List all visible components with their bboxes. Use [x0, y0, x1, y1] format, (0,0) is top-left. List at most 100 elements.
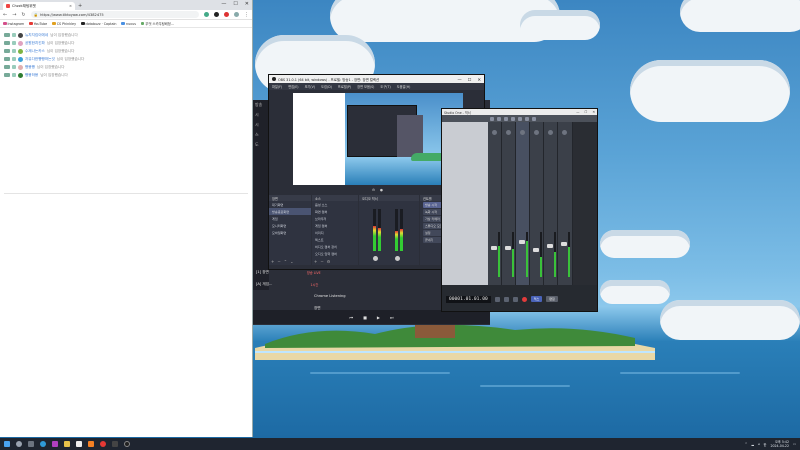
volume-icon[interactable]: ◂: [758, 442, 760, 446]
lock-icon[interactable]: ●: [380, 188, 383, 193]
channel-fader[interactable]: [505, 246, 511, 250]
chat-username[interactable]: 수제나는카스: [25, 49, 45, 54]
chat-username[interactable]: 빵봉하봉: [25, 73, 38, 78]
channel-fader[interactable]: [519, 240, 525, 244]
extension-icon[interactable]: [214, 12, 219, 17]
pan-knob[interactable]: [492, 130, 497, 135]
scene-item[interactable]: 대기화면: [269, 201, 311, 208]
pan-knob[interactable]: [506, 130, 511, 135]
extension-icon[interactable]: [204, 12, 209, 17]
pan-knob[interactable]: [562, 130, 567, 135]
volume-knob[interactable]: [395, 256, 400, 261]
maximize-icon[interactable]: ☐: [468, 77, 472, 82]
windows-start-icon[interactable]: [4, 441, 10, 447]
app-icon[interactable]: [88, 441, 94, 447]
scene-item[interactable]: 모바일화면: [269, 229, 311, 236]
tool-icon[interactable]: [497, 116, 501, 121]
clock[interactable]: 오후 5:42 2024-04-22: [770, 440, 789, 448]
menu-edit[interactable]: 편집(E): [288, 84, 298, 89]
menu-help[interactable]: 도움말(H): [397, 84, 411, 89]
source-item[interactable]: 게임 캡처: [312, 222, 358, 229]
extension-icon[interactable]: [224, 12, 229, 17]
tool-icon[interactable]: [504, 116, 508, 121]
menu-tools[interactable]: 도구(T): [380, 84, 390, 89]
app-icon[interactable]: [112, 441, 118, 447]
chat-username[interactable]: 자유다한빵빵하는것: [25, 57, 55, 62]
obs-row[interactable]: Chrome Listening: [253, 290, 443, 302]
menu-scene-collection[interactable]: 장면 모음(S): [357, 84, 374, 89]
channel-fader[interactable]: [547, 244, 553, 248]
minimize-icon[interactable]: —: [576, 110, 579, 114]
channel-fader[interactable]: [561, 242, 567, 246]
play-icon[interactable]: [512, 296, 518, 302]
menu-icon[interactable]: ⋮: [244, 12, 249, 18]
edge-icon[interactable]: [40, 441, 46, 447]
up-icon[interactable]: ⌃: [284, 259, 287, 264]
browser-tab[interactable]: Chzzk채팅위젯 ×: [3, 2, 75, 10]
source-item[interactable]: 텍스트: [312, 236, 358, 243]
close-tab-icon[interactable]: ×: [69, 4, 72, 8]
maximize-icon[interactable]: ☐: [584, 110, 587, 114]
maximize-icon[interactable]: ☐: [233, 1, 237, 7]
bookmark-item[interactable]: Instagram: [3, 22, 24, 26]
chat-username[interactable]: 공원한치킨파: [25, 41, 45, 46]
ime-indicator[interactable]: 한: [764, 442, 767, 447]
bookmark-item[interactable]: YouTube: [29, 22, 47, 26]
volume-knob[interactable]: [373, 256, 378, 261]
tool-icon[interactable]: [490, 116, 494, 121]
source-item[interactable]: 음성 소스: [312, 201, 358, 208]
play-icon[interactable]: ▶: [377, 315, 380, 320]
search-icon[interactable]: [16, 441, 22, 447]
close-icon[interactable]: ✕: [477, 77, 481, 82]
rewind-icon[interactable]: [494, 296, 500, 302]
back-icon[interactable]: ←: [3, 12, 7, 18]
scene-item[interactable]: 모니터화면: [269, 222, 311, 229]
chat-username[interactable]: 뉴치지킴이에네: [25, 33, 48, 38]
chrome-icon[interactable]: [100, 441, 106, 447]
obs-title-bar[interactable]: OBS 31.0.1 (64 bit, windows) - 프로필: 방송1 …: [269, 75, 484, 83]
down-icon[interactable]: ⌄: [290, 259, 293, 264]
source-item[interactable]: 화면 캡처: [312, 208, 358, 215]
scene-item[interactable]: 방송종료화면: [269, 208, 311, 215]
source-item[interactable]: 비디오 캡처 장치: [312, 243, 358, 250]
menu-profile[interactable]: 프로필(P): [338, 84, 351, 89]
gear-icon[interactable]: ⚙: [327, 259, 331, 264]
profile-avatar[interactable]: [234, 12, 239, 17]
remove-icon[interactable]: −: [320, 259, 323, 264]
stop-icon[interactable]: ■: [363, 315, 367, 320]
obs-preview[interactable]: [293, 93, 463, 185]
minimize-icon[interactable]: —: [221, 1, 226, 7]
chat-username[interactable]: 빵봉빵: [25, 65, 35, 70]
remove-icon[interactable]: −: [277, 259, 280, 264]
forward-icon[interactable]: →: [12, 12, 16, 18]
gear-icon[interactable]: ⚙: [372, 188, 375, 193]
task-view-icon[interactable]: [28, 441, 34, 447]
menu-file[interactable]: 파일(F): [272, 84, 282, 89]
address-bar[interactable]: 🔒 https://www.tiktoyaw.com/4382475: [30, 11, 199, 18]
bookmark-item[interactable]: 무엇 스카우팅배정...: [140, 21, 174, 26]
record-icon[interactable]: [521, 296, 527, 302]
pan-knob[interactable]: [520, 130, 525, 135]
close-icon[interactable]: ✕: [245, 1, 249, 7]
scene-item[interactable]: 게임: [269, 215, 311, 222]
menu-view[interactable]: 보기(V): [305, 84, 316, 89]
reload-icon[interactable]: ↻: [21, 12, 25, 18]
menu-docks[interactable]: 도킹(D): [321, 84, 332, 89]
tool-icon[interactable]: [511, 116, 515, 121]
notification-icon[interactable]: ▭: [793, 442, 796, 446]
stop-icon[interactable]: [503, 296, 509, 302]
tool-icon[interactable]: [532, 116, 536, 121]
new-tab-button[interactable]: +: [78, 3, 82, 9]
obs-row[interactable]: [A] 게임... 1시간: [253, 278, 443, 290]
network-icon[interactable]: ▂: [751, 442, 753, 446]
skip-forward-icon[interactable]: ⏭: [390, 315, 394, 320]
tool-icon[interactable]: [518, 116, 522, 121]
source-item[interactable]: 오디오 입력 캡처: [312, 250, 358, 257]
mix-button[interactable]: 믹스: [530, 296, 543, 302]
add-icon[interactable]: +: [314, 259, 317, 264]
bookmark-item[interactable]: CS Phinkley: [52, 22, 76, 26]
source-item[interactable]: 브라우저: [312, 215, 358, 222]
file-explorer-icon[interactable]: [64, 441, 70, 447]
pan-knob[interactable]: [548, 130, 553, 135]
channel-fader[interactable]: [533, 248, 539, 252]
